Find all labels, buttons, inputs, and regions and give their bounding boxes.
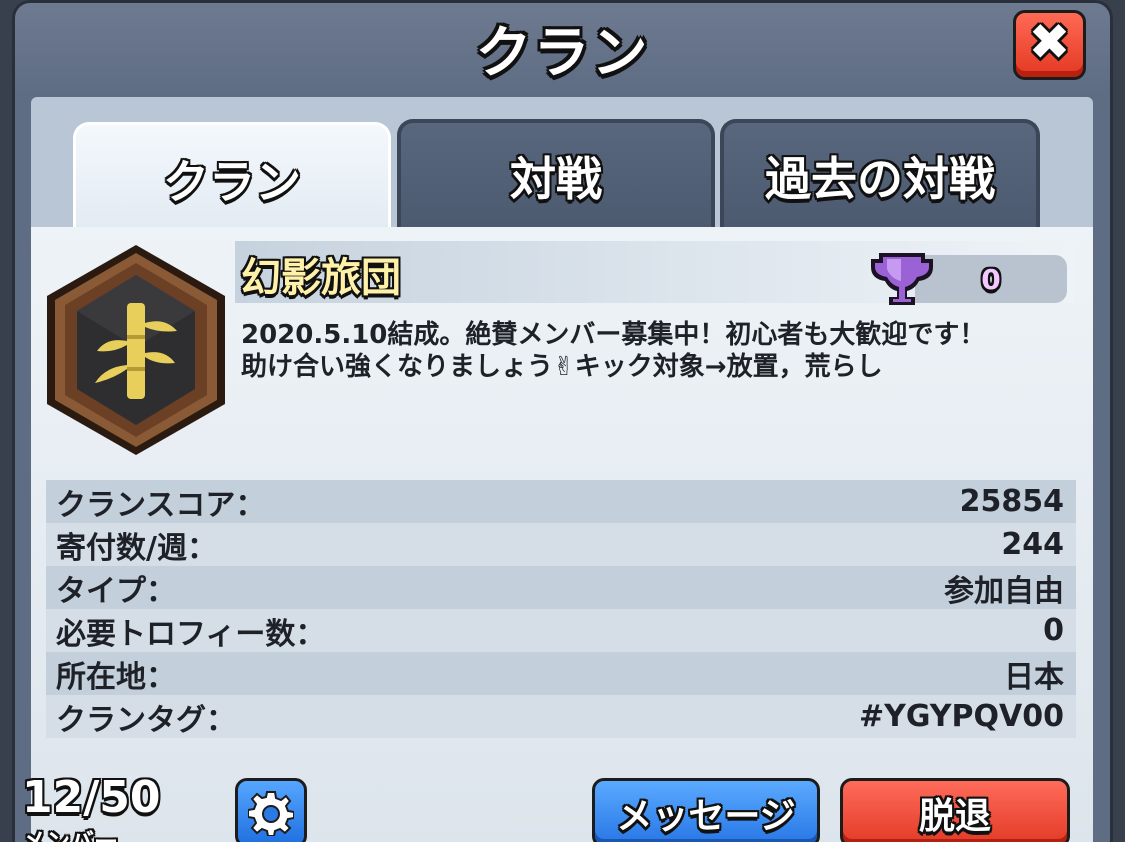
stat-value: 日本 bbox=[1004, 659, 1064, 695]
clan-info-content: 幻影旅団 0 2020.5.10結成。絶賛メンバー募集中！初心者も大歓迎です！ … bbox=[31, 227, 1093, 842]
stat-value: 25854 bbox=[959, 484, 1064, 519]
tab-clan[interactable]: クラン bbox=[73, 122, 391, 232]
close-icon: ✖ bbox=[1028, 13, 1071, 71]
tab-past-battles[interactable]: 過去の対戦 bbox=[720, 119, 1040, 229]
stat-row-clan-tag: クランタグ： #YGYPQV00 bbox=[46, 695, 1076, 738]
tab-clan-label: クラン bbox=[163, 154, 301, 209]
stat-label: 所在地： bbox=[56, 659, 176, 695]
stat-value: 0 bbox=[1043, 613, 1064, 648]
bamboo-badge-icon bbox=[47, 245, 225, 455]
clan-description-line2: 助け合い強くなりましょう✌キック対象→放置，荒らし bbox=[241, 352, 883, 382]
trophy-counter: 0 bbox=[915, 255, 1067, 303]
window-title: クラン bbox=[475, 21, 650, 86]
stat-label: 寄付数/週： bbox=[56, 530, 217, 566]
clan-description: 2020.5.10結成。絶賛メンバー募集中！初心者も大歓迎です！ 助け合い強くな… bbox=[241, 319, 1071, 383]
gear-icon bbox=[248, 791, 294, 836]
stat-label: タイプ： bbox=[56, 573, 176, 609]
stat-row-location: 所在地： 日本 bbox=[46, 652, 1076, 695]
purple-trophy-icon bbox=[871, 253, 933, 305]
clan-name: 幻影旅団 bbox=[241, 255, 401, 301]
clan-description-line1: 2020.5.10結成。絶賛メンバー募集中！初心者も大歓迎です！ bbox=[241, 320, 986, 350]
close-button[interactable]: ✖ bbox=[1013, 10, 1086, 80]
tab-battle[interactable]: 対戦 bbox=[397, 119, 715, 229]
tab-past-battles-label: 過去の対戦 bbox=[765, 152, 995, 206]
stat-label: クランタグ： bbox=[56, 702, 236, 738]
clan-stats-table: クランスコア： 25854 寄付数/週： 244 タイプ： 参加自由 必要トロフ… bbox=[46, 480, 1076, 738]
stat-row-required-trophies: 必要トロフィー数： 0 bbox=[46, 609, 1076, 652]
stat-label: クランスコア： bbox=[56, 487, 266, 523]
stat-row-donations: 寄付数/週： 244 bbox=[46, 523, 1076, 566]
trophy-value: 0 bbox=[981, 262, 1001, 296]
leave-button[interactable]: 脱退 bbox=[840, 778, 1070, 842]
stat-label: 必要トロフィー数： bbox=[56, 616, 326, 652]
stat-value: 244 bbox=[1001, 527, 1064, 562]
message-button[interactable]: メッセージ bbox=[592, 778, 820, 842]
leave-button-label: 脱退 bbox=[918, 796, 991, 837]
stat-row-type: タイプ： 参加自由 bbox=[46, 566, 1076, 609]
tab-bar: クラン 対戦 過去の対戦 bbox=[31, 97, 1093, 232]
settings-button[interactable] bbox=[235, 778, 307, 842]
stat-value: 参加自由 bbox=[944, 573, 1064, 609]
stat-value: #YGYPQV00 bbox=[858, 699, 1064, 734]
stat-row-clan-score: クランスコア： 25854 bbox=[46, 480, 1076, 523]
tab-battle-label: 対戦 bbox=[510, 152, 602, 206]
member-label: メンバー bbox=[22, 828, 118, 842]
member-count: 12/50 bbox=[22, 772, 161, 823]
clan-panel: クラン 対戦 過去の対戦 幻影旅団 0 2020.5.10結成。絶賛メンバー募集… bbox=[31, 97, 1093, 842]
message-button-label: メッセージ bbox=[616, 796, 796, 837]
